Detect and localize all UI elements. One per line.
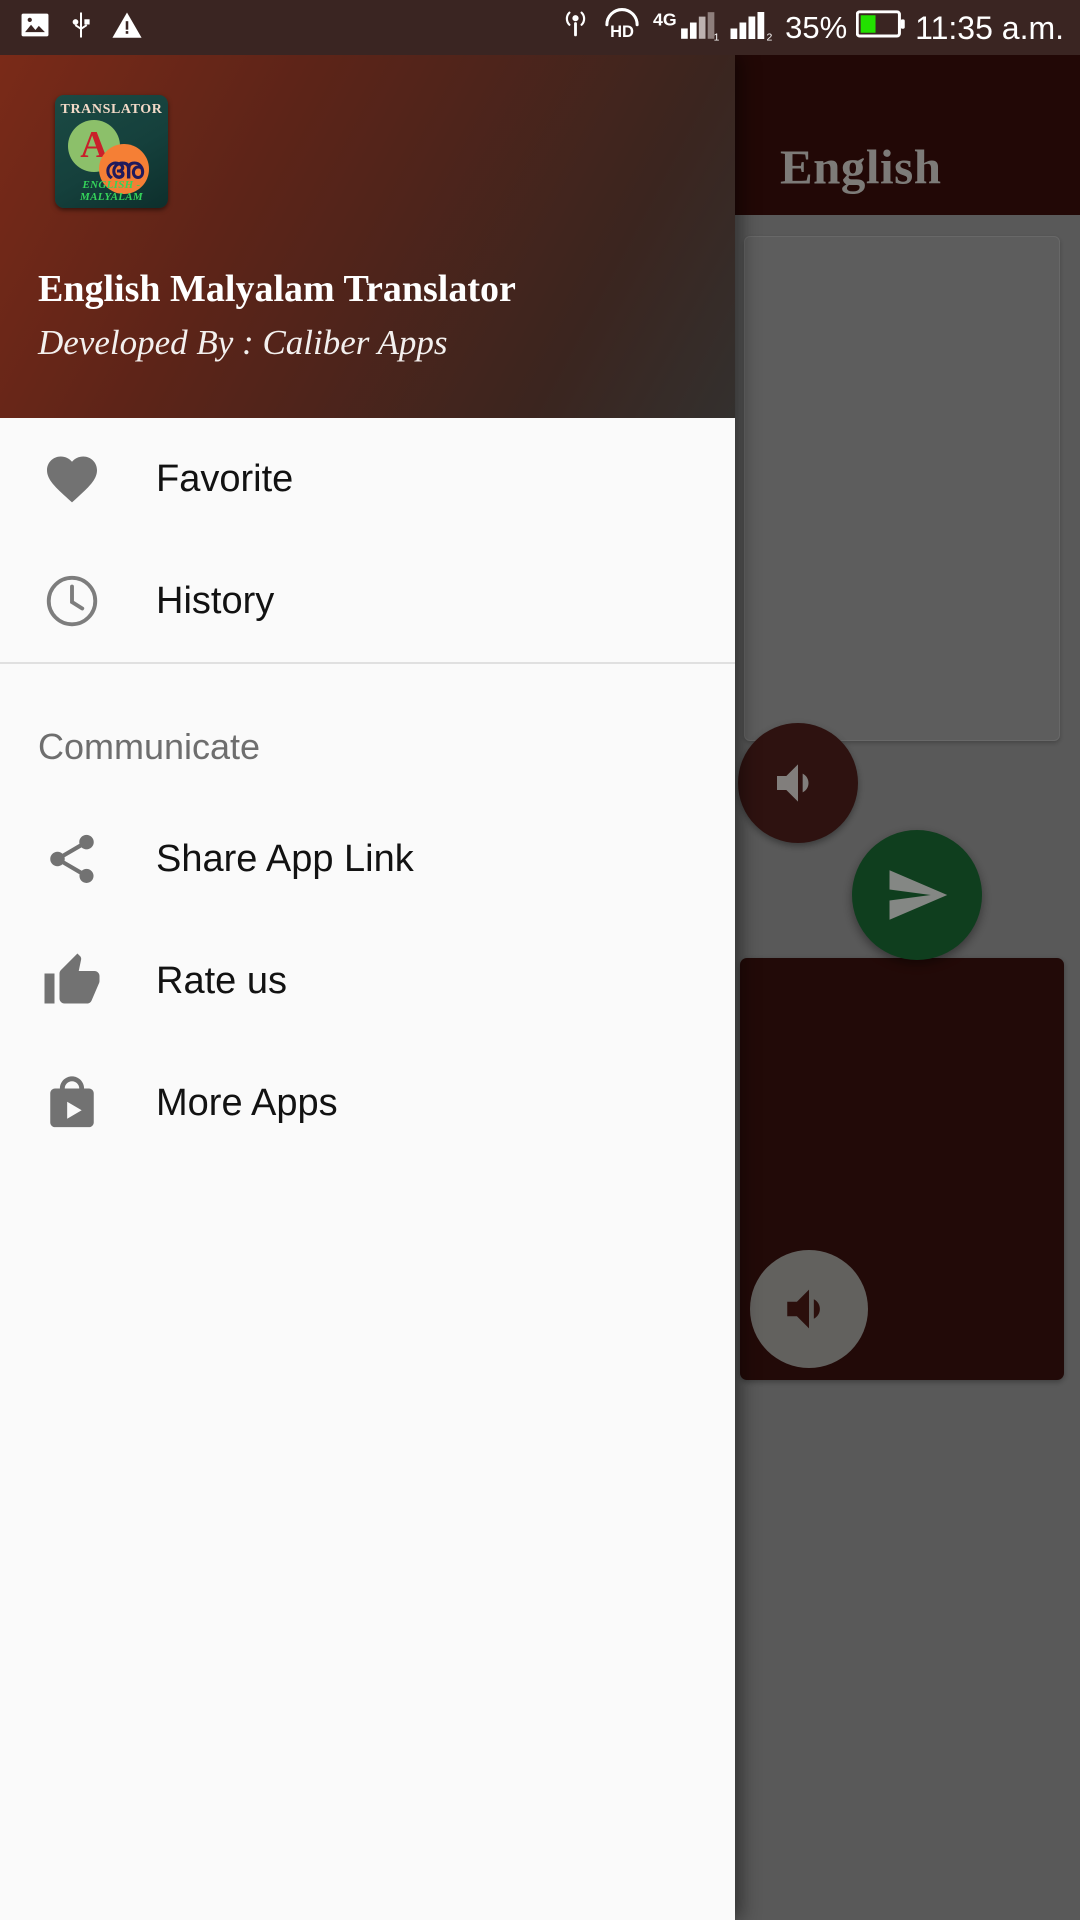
sidebar-item-label: Favorite bbox=[156, 457, 294, 500]
sidebar-item-favorite[interactable]: Favorite bbox=[0, 418, 735, 540]
svg-text:HD: HD bbox=[610, 23, 634, 41]
image-icon bbox=[18, 8, 52, 47]
app-logo: TRANSLATOR A അ ENGLISH - MALYALAM bbox=[55, 95, 168, 208]
drawer-section-title: Communicate bbox=[38, 726, 261, 767]
nfc-icon bbox=[560, 7, 591, 49]
svg-text:1: 1 bbox=[714, 32, 720, 42]
clock-label: 11:35 a.m. bbox=[915, 9, 1064, 46]
warning-icon bbox=[110, 8, 144, 47]
status-bar-right-icons: HD 4G 1 2 35% 11:35 a.m. bbox=[560, 6, 1080, 50]
battery-icon bbox=[855, 9, 906, 47]
sidebar-item-more-apps[interactable]: More Apps bbox=[0, 1042, 735, 1164]
play-store-bag-icon bbox=[37, 1074, 107, 1132]
clock-icon bbox=[37, 571, 107, 631]
thumb-up-icon bbox=[37, 951, 107, 1011]
signal-bars-icon: 2 bbox=[730, 6, 776, 50]
share-icon bbox=[37, 830, 107, 888]
sidebar-item-rate-us[interactable]: Rate us bbox=[0, 920, 735, 1042]
svg-text:4G: 4G bbox=[653, 9, 677, 29]
drawer-communicate-group: Share App Link Rate us More Apps bbox=[0, 798, 735, 1164]
status-bar: HD 4G 1 2 35% 11:35 a.m. bbox=[0, 0, 1080, 55]
sidebar-item-label: History bbox=[156, 579, 275, 622]
drawer-primary-group: Favorite History bbox=[0, 418, 735, 662]
sidebar-item-label: Rate us bbox=[156, 959, 287, 1002]
sidebar-item-history[interactable]: History bbox=[0, 540, 735, 662]
navigation-drawer: TRANSLATOR A അ ENGLISH - MALYALAM Englis… bbox=[0, 55, 735, 1920]
battery-percent-label: 35% bbox=[785, 10, 848, 45]
drawer-developer-name: Developed By : Caliber Apps bbox=[38, 323, 448, 362]
heart-icon bbox=[37, 449, 107, 509]
usb-icon bbox=[66, 8, 96, 47]
drawer-app-name: English Malyalam Translator bbox=[38, 268, 516, 310]
drawer-header: TRANSLATOR A അ ENGLISH - MALYALAM Englis… bbox=[0, 55, 735, 418]
status-bar-left-icons bbox=[0, 8, 144, 47]
logo-subtitle-text: ENGLISH - MALYALAM bbox=[80, 179, 143, 203]
phone-screen: English TRANSLATOR A അ ENGLISH - MALYALA… bbox=[0, 0, 1080, 1920]
hd-voice-icon: HD bbox=[600, 7, 644, 49]
signal-4g-icon: 4G 1 bbox=[653, 6, 721, 50]
sidebar-item-label: More Apps bbox=[156, 1081, 338, 1124]
sidebar-item-label: Share App Link bbox=[156, 837, 414, 880]
logo-title-text: TRANSLATOR bbox=[60, 102, 163, 117]
sidebar-item-share-app-link[interactable]: Share App Link bbox=[0, 798, 735, 920]
svg-text:2: 2 bbox=[767, 31, 773, 42]
